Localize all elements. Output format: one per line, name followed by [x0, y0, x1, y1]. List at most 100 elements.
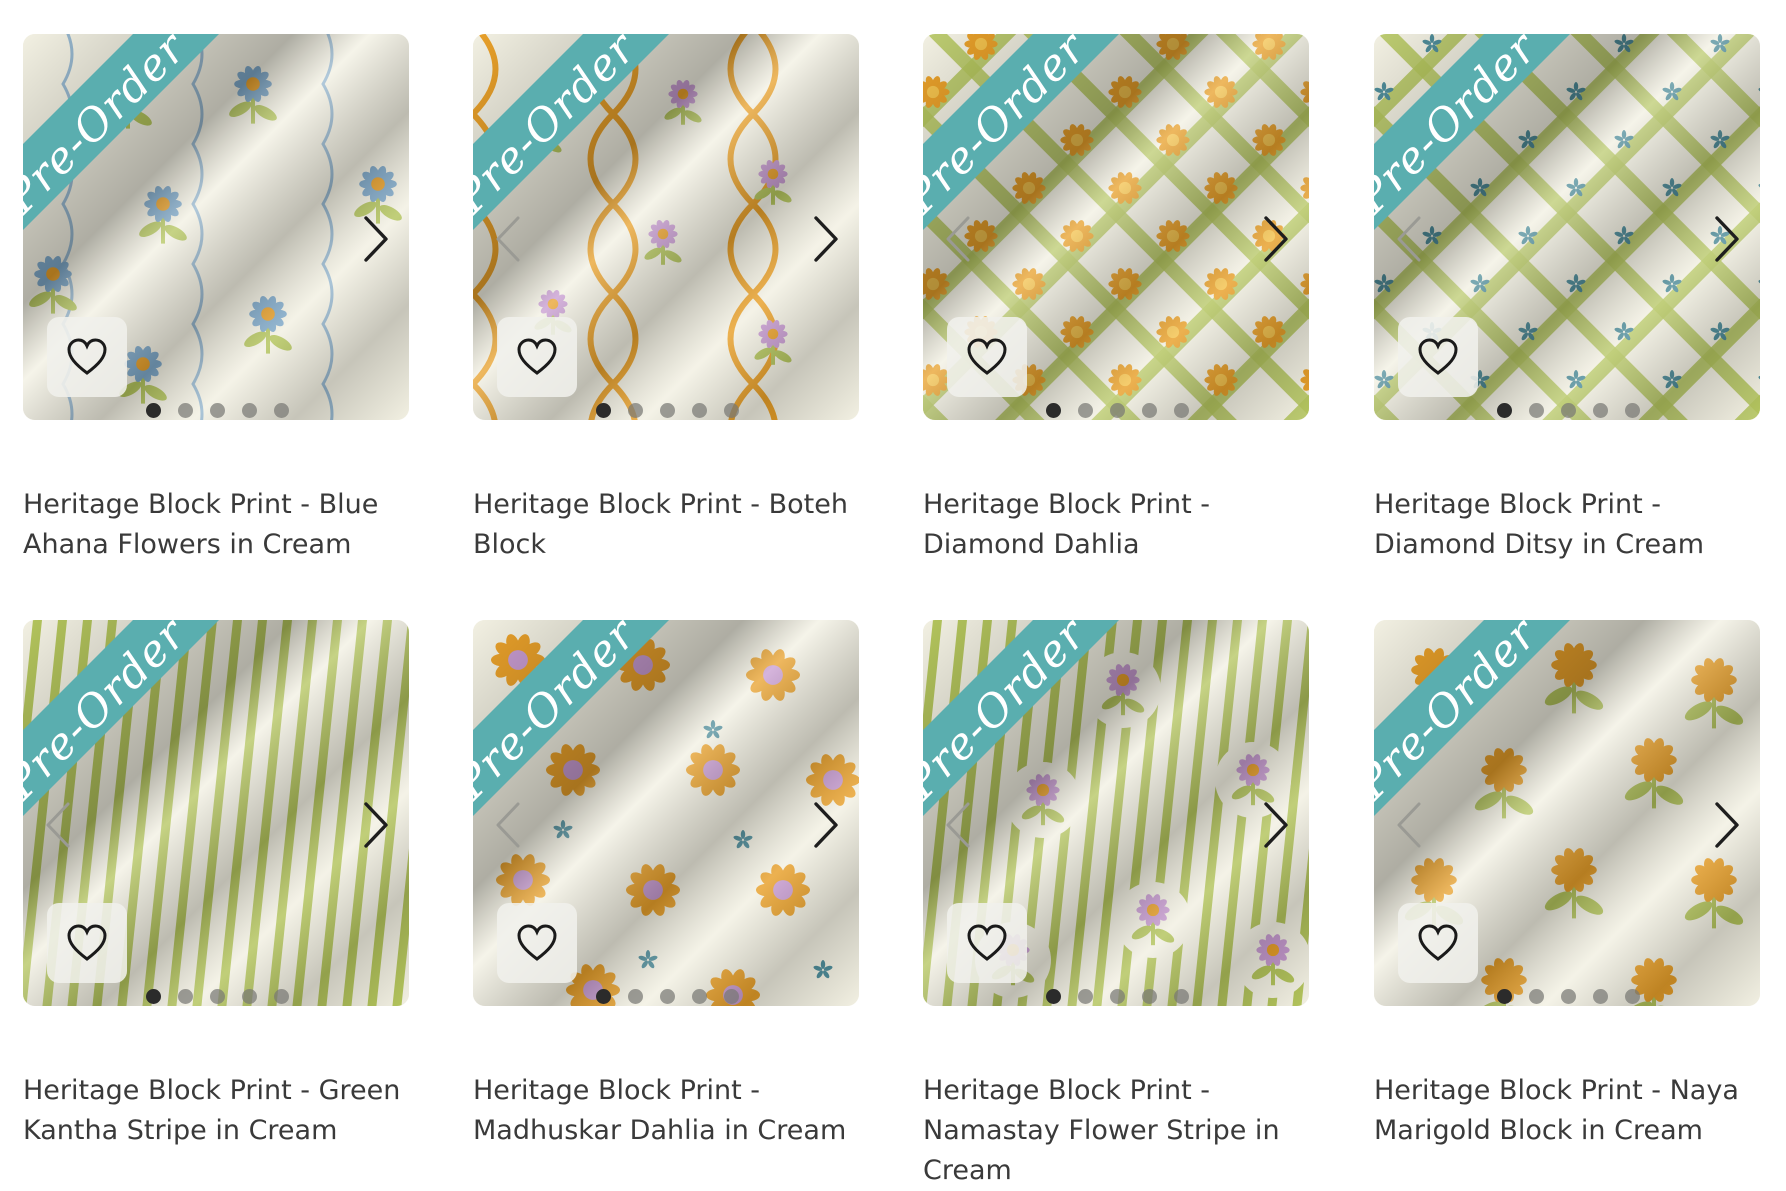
- slide-dot[interactable]: [242, 403, 257, 418]
- slide-dot[interactable]: [274, 403, 289, 418]
- slide-dot[interactable]: [1142, 403, 1157, 418]
- add-to-wishlist-button[interactable]: [947, 317, 1027, 397]
- product-image-carousel[interactable]: Pre-Order: [23, 34, 409, 420]
- slide-dot[interactable]: [1625, 989, 1640, 1004]
- product-image-carousel[interactable]: Pre-Order: [923, 34, 1309, 420]
- previous-slide-button[interactable]: [937, 209, 981, 269]
- slide-dot[interactable]: [692, 403, 707, 418]
- slide-dot[interactable]: [596, 403, 611, 418]
- slide-dot[interactable]: [1497, 989, 1512, 1004]
- product-card[interactable]: Pre-Order Heritage Block Print - Diamond…: [923, 34, 1309, 560]
- slide-dot[interactable]: [178, 403, 193, 418]
- product-image-carousel[interactable]: Pre-Order: [23, 620, 409, 1006]
- slide-dot[interactable]: [596, 989, 611, 1004]
- heart-icon: [1418, 924, 1458, 961]
- product-image-carousel[interactable]: Pre-Order: [1374, 620, 1760, 1006]
- slide-dot[interactable]: [1529, 403, 1544, 418]
- slide-dot[interactable]: [1561, 989, 1576, 1004]
- product-title[interactable]: Heritage Block Print - Diamond Dahlia: [923, 485, 1309, 565]
- previous-slide-button[interactable]: [487, 795, 531, 855]
- previous-slide-button[interactable]: [487, 209, 531, 269]
- previous-slide-button[interactable]: [937, 795, 981, 855]
- slide-indicators: [1046, 989, 1189, 1005]
- slide-dot[interactable]: [628, 989, 643, 1004]
- product-card[interactable]: Pre-Order Heritage Block Print - Madhusk…: [473, 620, 859, 1146]
- slide-dot[interactable]: [1593, 989, 1608, 1004]
- next-slide-button[interactable]: [1253, 209, 1297, 269]
- heart-icon: [67, 338, 107, 375]
- product-image-carousel[interactable]: Pre-Order: [1374, 34, 1760, 420]
- slide-dot[interactable]: [146, 989, 161, 1004]
- next-slide-button[interactable]: [1704, 209, 1748, 269]
- slide-dot[interactable]: [628, 403, 643, 418]
- slide-indicators: [1497, 989, 1640, 1005]
- product-image-carousel[interactable]: Pre-Order: [473, 620, 859, 1006]
- product-title[interactable]: Heritage Block Print - Diamond Ditsy in …: [1374, 485, 1760, 565]
- add-to-wishlist-button[interactable]: [47, 317, 127, 397]
- slide-dot[interactable]: [660, 403, 675, 418]
- slide-dot[interactable]: [1046, 989, 1061, 1004]
- chevron-right-icon: [1715, 802, 1739, 848]
- add-to-wishlist-button[interactable]: [497, 317, 577, 397]
- slide-dot[interactable]: [1110, 989, 1125, 1004]
- slide-dot[interactable]: [1110, 403, 1125, 418]
- slide-dot[interactable]: [1174, 989, 1189, 1004]
- add-to-wishlist-button[interactable]: [947, 903, 1027, 983]
- product-card[interactable]: Pre-Order Heritage Block Print - Boteh B…: [473, 34, 859, 560]
- slide-dot[interactable]: [1497, 403, 1512, 418]
- slide-dot[interactable]: [1625, 403, 1640, 418]
- previous-slide-button[interactable]: [1388, 209, 1432, 269]
- product-title[interactable]: Heritage Block Print - Namastay Flower S…: [923, 1071, 1309, 1191]
- previous-slide-button[interactable]: [1388, 795, 1432, 855]
- chevron-left-icon: [46, 802, 70, 848]
- slide-dot[interactable]: [1174, 403, 1189, 418]
- heart-icon: [67, 924, 107, 961]
- slide-dot[interactable]: [724, 403, 739, 418]
- slide-dot[interactable]: [1529, 989, 1544, 1004]
- heart-icon: [967, 924, 1007, 961]
- slide-dot[interactable]: [724, 989, 739, 1004]
- add-to-wishlist-button[interactable]: [497, 903, 577, 983]
- next-slide-button[interactable]: [803, 795, 847, 855]
- product-title[interactable]: Heritage Block Print - Madhuskar Dahlia …: [473, 1071, 859, 1151]
- product-title[interactable]: Heritage Block Print - Naya Marigold Blo…: [1374, 1071, 1760, 1151]
- product-title[interactable]: Heritage Block Print - Blue Ahana Flower…: [23, 485, 409, 565]
- slide-dot[interactable]: [242, 989, 257, 1004]
- slide-dot[interactable]: [1078, 403, 1093, 418]
- slide-dot[interactable]: [1561, 403, 1576, 418]
- chevron-right-icon: [364, 216, 388, 262]
- slide-dot[interactable]: [1593, 403, 1608, 418]
- slide-dot[interactable]: [210, 989, 225, 1004]
- slide-dot[interactable]: [210, 403, 225, 418]
- product-title[interactable]: Heritage Block Print - Boteh Block: [473, 485, 859, 565]
- slide-indicators: [146, 403, 289, 419]
- add-to-wishlist-button[interactable]: [1398, 903, 1478, 983]
- slide-dot[interactable]: [1046, 403, 1061, 418]
- product-card[interactable]: Pre-Order Heritage Block Print - Diamond…: [1374, 34, 1760, 560]
- slide-dot[interactable]: [1142, 989, 1157, 1004]
- slide-dot[interactable]: [178, 989, 193, 1004]
- add-to-wishlist-button[interactable]: [1398, 317, 1478, 397]
- slide-dot[interactable]: [660, 989, 675, 1004]
- slide-dot[interactable]: [1078, 989, 1093, 1004]
- next-slide-button[interactable]: [803, 209, 847, 269]
- product-card[interactable]: Pre-Order Heritage Block Print - Namasta…: [923, 620, 1309, 1186]
- product-card[interactable]: Pre-Order Heritage Block Print - Green K…: [23, 620, 409, 1146]
- slide-indicators: [146, 989, 289, 1005]
- next-slide-button[interactable]: [1704, 795, 1748, 855]
- next-slide-button[interactable]: [353, 209, 397, 269]
- chevron-left-icon: [946, 216, 970, 262]
- slide-dot[interactable]: [274, 989, 289, 1004]
- slide-dot[interactable]: [146, 403, 161, 418]
- product-grid: Pre-Order Heritage Block Print - Blue Ah…: [0, 0, 1786, 1186]
- slide-dot[interactable]: [692, 989, 707, 1004]
- product-card[interactable]: Pre-Order Heritage Block Print - Blue Ah…: [23, 34, 409, 560]
- product-image-carousel[interactable]: Pre-Order: [473, 34, 859, 420]
- next-slide-button[interactable]: [353, 795, 397, 855]
- product-card[interactable]: Pre-Order Heritage Block Print - Naya Ma…: [1374, 620, 1760, 1146]
- add-to-wishlist-button[interactable]: [47, 903, 127, 983]
- product-title[interactable]: Heritage Block Print - Green Kantha Stri…: [23, 1071, 409, 1151]
- product-image-carousel[interactable]: Pre-Order: [923, 620, 1309, 1006]
- next-slide-button[interactable]: [1253, 795, 1297, 855]
- previous-slide-button[interactable]: [37, 795, 81, 855]
